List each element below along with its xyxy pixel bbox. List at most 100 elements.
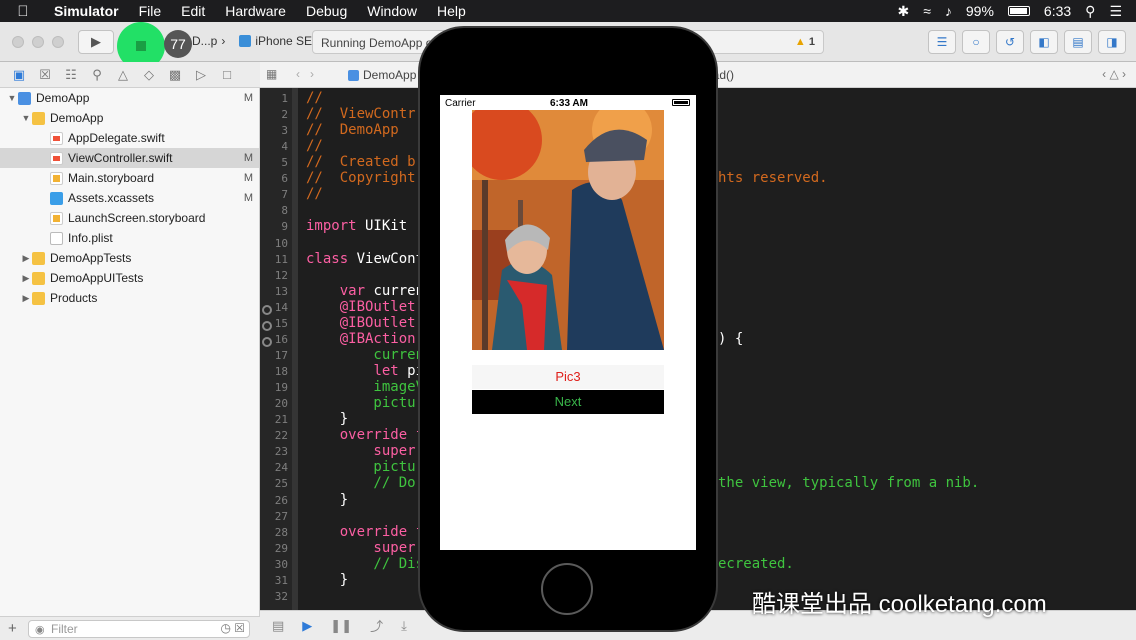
menu-debug[interactable]: Debug [296,3,357,19]
breakpoint-navigator-icon[interactable]: ▷ [190,67,212,83]
battery-icon[interactable] [1007,6,1030,16]
ios-battery-icon [672,99,690,106]
version-editor-icon[interactable]: ↺ [996,30,1024,54]
minimize-window-button[interactable] [32,36,44,48]
run-button[interactable]: ▶ [78,30,114,54]
simulator-screen[interactable]: Carrier 6:33 AM Pic3 Next [440,95,696,550]
volume-icon[interactable]: ♪ [945,3,952,19]
toggle-utilities-icon[interactable]: ◨ [1098,30,1126,54]
breadcrumb[interactable]: DemoApp [348,68,416,82]
spotlight-icon[interactable]: ⚲ [1085,3,1095,20]
code-line: } [306,491,349,508]
modified-badge: M [243,192,253,204]
issue-navigator-icon[interactable]: △ [112,67,134,83]
code-line: var curren [339,282,425,299]
disclosure-open-icon[interactable]: ▼ [6,93,18,103]
plist-icon [50,231,63,245]
nav-item-assets[interactable]: Assets.xcassets M [0,188,259,208]
bluetooth-icon[interactable]: ✱ [897,3,909,20]
line-number: 28 [274,525,288,539]
pause-icon[interactable]: ❚❚ [330,618,352,634]
nav-item-appdelegate[interactable]: AppDelegate.swift [0,128,259,148]
related-items-icon[interactable]: ▦ [266,67,277,81]
menu-app[interactable]: Simulator [46,3,129,19]
filter-input[interactable]: ◉ Filter ◷ ☒ [28,620,250,638]
report-navigator-icon[interactable]: □ [216,67,238,82]
close-window-button[interactable] [12,36,24,48]
debug-navigator-icon[interactable]: ▩ [164,67,186,83]
nav-item-main-storyboard[interactable]: Main.storyboard M [0,168,259,188]
recent-files-icon[interactable]: ◷ ☒ [220,621,245,635]
scheme-selector[interactable]: D...p › iPhone SE [192,34,312,48]
warning-indicator[interactable]: ▲ 1 [795,36,815,48]
line-number: 11 [274,252,288,266]
modified-badge: M [243,152,253,164]
back-forward-icon[interactable]: ‹ › [296,67,314,81]
menu-window[interactable]: Window [357,3,427,19]
home-button[interactable] [541,563,593,615]
nav-item-project[interactable]: ▼ DemoApp M [0,88,259,108]
code-line-tail: hts reserved. [718,170,828,187]
standard-editor-icon[interactable]: ☰ [928,30,956,54]
nav-item-launchscreen[interactable]: LaunchScreen.storyboard [0,208,259,228]
code-line: // ViewContr [306,106,416,123]
wifi-icon[interactable]: ≈ [923,3,931,19]
notification-center-icon[interactable]: ☰ [1109,3,1122,20]
line-number: 10 [274,236,288,250]
breakpoints-toggle-icon[interactable]: ▶ [302,618,312,634]
apple-menu-icon[interactable]:  [0,3,46,20]
code-line: } [306,411,349,428]
assistant-editor-icon[interactable]: ○ [962,30,990,54]
outlet-connection-icon[interactable] [262,321,272,331]
toggle-navigator-icon[interactable]: ◧ [1030,30,1058,54]
zoom-window-button[interactable] [52,36,64,48]
line-number: 23 [274,445,288,459]
disclosure-closed-icon[interactable]: ▶ [20,253,32,264]
source-control-icon[interactable]: ☒ [34,67,56,83]
ios-clock: 6:33 AM [550,98,588,109]
modified-badge: M [243,172,253,184]
hide-debug-area-icon[interactable]: ▤ [272,618,284,634]
nav-item-group-demoapp[interactable]: ▼ DemoApp [0,108,259,128]
symbol-navigator-icon[interactable]: ☷ [60,67,82,83]
find-navigator-icon[interactable]: ⚲ [86,67,108,83]
step-into-icon[interactable]: ⤓ [401,618,407,634]
nav-item-uitests[interactable]: ▶ DemoAppUITests [0,268,259,288]
line-number: 26 [274,493,288,507]
disclosure-closed-icon[interactable]: ▶ [20,273,32,284]
menubar-clock[interactable]: 6:33 [1044,3,1071,19]
folder-icon [32,251,45,265]
picture-image-view [472,110,664,350]
menu-help[interactable]: Help [427,3,476,19]
nav-item-infoplist[interactable]: Info.plist [0,228,259,248]
play-icon: ▶ [91,34,101,49]
line-number: 6 [281,172,288,186]
test-navigator-icon[interactable]: ◇ [138,67,160,83]
action-connection-icon[interactable] [262,337,272,347]
nav-item-viewcontroller[interactable]: ViewController.swift M [0,148,259,168]
line-number: 21 [274,413,288,427]
line-number-gutter: 1 2 3 4 5 6 7 8 9 10 11 12 13 14 15 16 17 18 19 20 21 22 23 24 2… [260,88,298,610]
issue-nav-arrows-icon[interactable]: ‹ △ › [1102,67,1126,81]
device-icon [239,35,252,47]
code-line: @IBOutlet [306,298,416,315]
code-line: super. [306,539,425,556]
outlet-connection-icon[interactable] [262,305,272,315]
nav-item-products[interactable]: ▶ Products [0,288,259,308]
project-navigator-icon[interactable]: ▣ [8,67,30,83]
next-button[interactable]: Next [472,390,664,414]
device-name: iPhone SE [255,34,313,48]
menu-edit[interactable]: Edit [171,3,215,19]
add-file-icon[interactable]: + [8,620,17,637]
nav-item-tests[interactable]: ▶ DemoAppTests [0,248,259,268]
code-line: } [306,571,349,588]
disclosure-open-icon[interactable]: ▼ [20,113,32,123]
code-line: // DemoApp [306,122,399,139]
menu-hardware[interactable]: Hardware [215,3,296,19]
battery-percent[interactable]: 99% [966,3,994,19]
menu-file[interactable]: File [129,3,172,19]
toggle-debug-area-icon[interactable]: ▤ [1064,30,1092,54]
step-over-icon[interactable]: ⤴ [370,616,383,635]
disclosure-closed-icon[interactable]: ▶ [20,293,32,304]
project-icon [348,69,359,81]
